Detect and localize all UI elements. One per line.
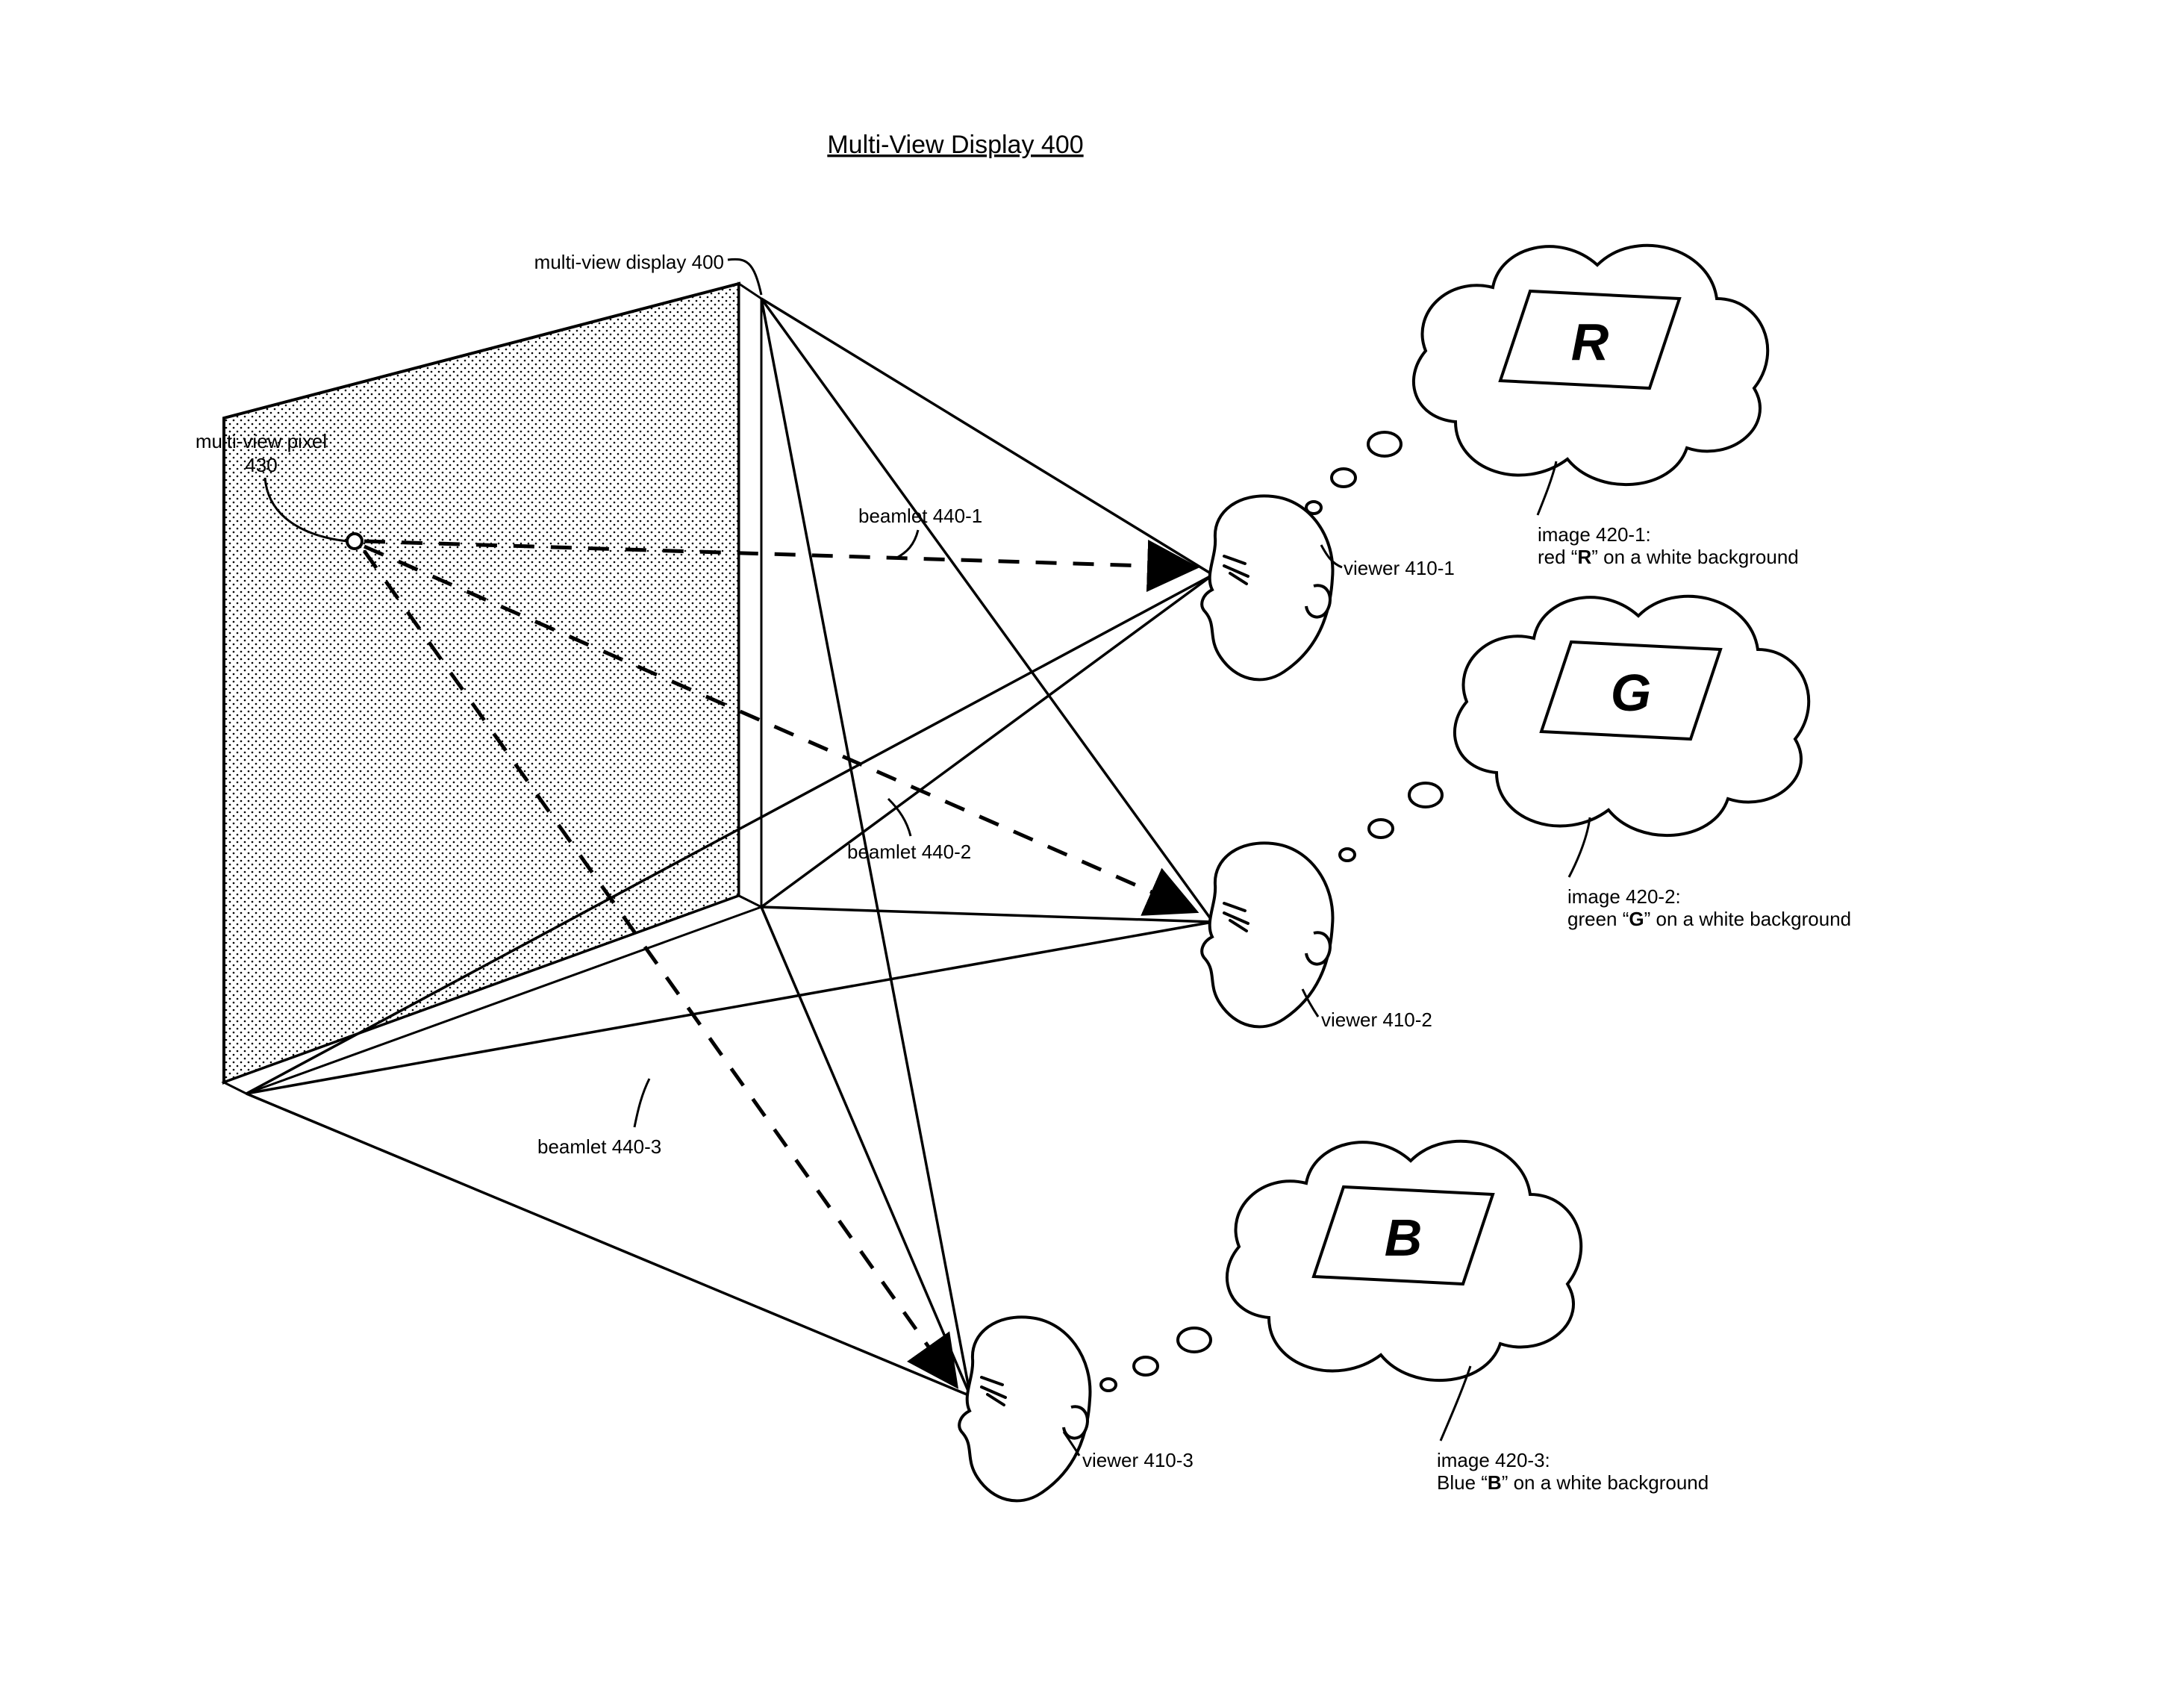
image-3-line1: image 420-3:: [1437, 1449, 1550, 1471]
beamlet-3-label: beamlet 440-3: [537, 1135, 661, 1158]
image-1-line2: red “R” on a white background: [1538, 546, 1799, 568]
beamlet-1-leader: [896, 530, 918, 558]
viewer-3-head: [959, 1317, 1090, 1500]
multi-view-display-panel: [224, 284, 761, 1094]
diagram-title: Multi-View Display 400: [827, 131, 1083, 159]
pixel-label-line1: multi-view pixel: [196, 430, 327, 452]
pixel-label-line2: 430: [245, 454, 277, 476]
thought-bubble-3: [1101, 1141, 1581, 1391]
viewer-2-head: [1202, 843, 1332, 1026]
thought-letter-1: R: [1571, 313, 1609, 371]
beamlet-2-label: beamlet 440-2: [847, 841, 971, 863]
thought-bubble-2: [1340, 596, 1809, 861]
thought-letter-3: B: [1385, 1209, 1423, 1267]
image-1-line1: image 420-1:: [1538, 523, 1651, 546]
beamlet-1-label: beamlet 440-1: [858, 505, 982, 527]
image-2-line1: image 420-2:: [1567, 885, 1681, 908]
multi-view-pixel: [347, 534, 362, 549]
viewer-1-label: viewer 410-1: [1344, 557, 1455, 579]
viewer-3-label: viewer 410-3: [1082, 1449, 1194, 1471]
viewer-1-head: [1202, 496, 1332, 679]
thought-bubble-1: [1306, 246, 1768, 514]
thought-letter-2: G: [1611, 664, 1651, 722]
beamlet-3-leader: [634, 1079, 649, 1127]
viewer-2-label: viewer 410-2: [1321, 1009, 1432, 1031]
diagram: Multi-View Display 400 multi-view displa…: [0, 0, 2184, 1705]
display-label: multi-view display 400: [534, 251, 724, 273]
image-2-line2: green “G” on a white background: [1567, 908, 1851, 930]
image-3-line2: Blue “B” on a white background: [1437, 1471, 1709, 1494]
